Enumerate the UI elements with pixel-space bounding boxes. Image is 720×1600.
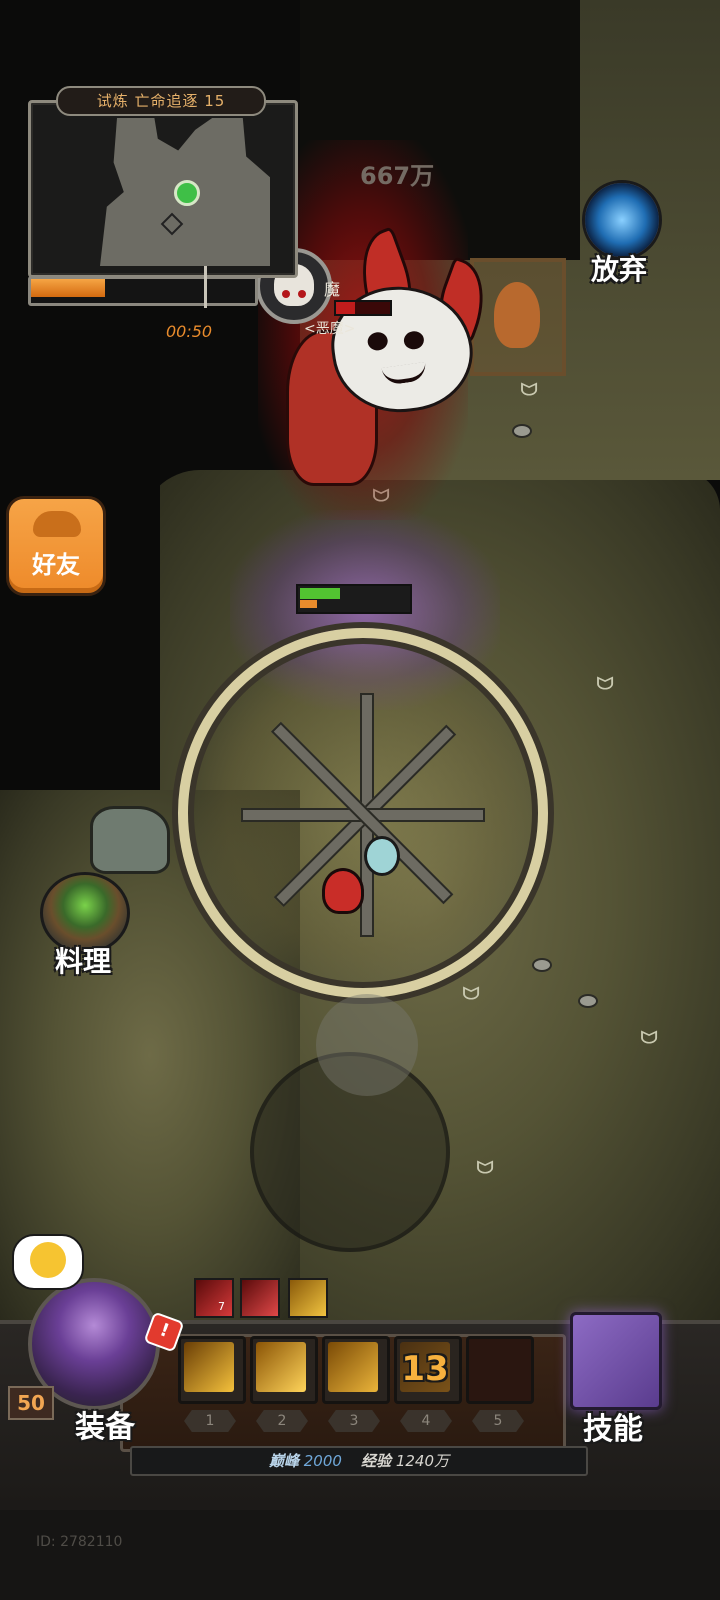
cloud-icon	[33, 511, 81, 537]
joystick-knob[interactable]	[316, 994, 418, 1096]
friends-label: 好友	[32, 551, 80, 579]
grass-tuft: ᗢ	[640, 1028, 659, 1049]
skill-slot-3[interactable]	[322, 1336, 390, 1404]
cooking-button[interactable]: 料理	[36, 872, 132, 984]
user-id: ID: 2782110	[36, 1534, 123, 1550]
player-hp-bar	[296, 584, 412, 614]
player-energy-fill	[300, 600, 317, 608]
abandon-label: 放弃	[590, 253, 647, 286]
spellbook-icon	[570, 1312, 662, 1410]
footer	[0, 1510, 720, 1600]
golden-slash-icon	[288, 1278, 328, 1318]
grass-tuft: ᗢ	[476, 1158, 495, 1179]
slot-number: 5	[472, 1410, 524, 1432]
stage-title: 试炼 亡命追逐 15	[56, 86, 266, 116]
skill-slot-4[interactable]: 13	[394, 1336, 462, 1404]
orb-companion	[364, 836, 400, 876]
peak-label: 巅峰	[268, 1452, 299, 1470]
golden-claw-icon	[328, 1342, 378, 1392]
easel-prop	[470, 258, 566, 376]
player-level-badge: 50	[8, 1386, 54, 1420]
buff-stack-count: 7	[218, 1300, 225, 1313]
skull-eye	[298, 290, 306, 298]
golden-wave-icon	[184, 1342, 234, 1392]
player-character	[322, 868, 364, 914]
skill-ring-effect	[178, 628, 548, 998]
minimap[interactable]: 试炼 亡命追逐 15	[28, 86, 298, 278]
peak-value: 2000	[303, 1452, 342, 1470]
progress-fill	[31, 279, 105, 297]
blood-blade-icon	[240, 1278, 280, 1318]
grass-tuft: ᗢ	[596, 674, 615, 695]
emote-bubble[interactable]	[12, 1234, 84, 1290]
boss-hp-bar	[334, 300, 392, 316]
grass-tuft: ᗢ	[520, 380, 539, 401]
friends-button[interactable]: 好友	[6, 496, 106, 596]
blood-slash-icon	[194, 1278, 234, 1318]
stage-timer: 00:50	[166, 322, 213, 341]
player-hp-fill	[300, 588, 340, 599]
skill-slot-2[interactable]	[250, 1336, 318, 1404]
rock	[532, 958, 552, 972]
exp-label: 经验	[361, 1452, 392, 1470]
experience-text: 巅峰 2000 经验 1240万	[132, 1448, 586, 1474]
exp-value: 1240万	[395, 1452, 450, 1470]
demon-eye	[366, 331, 389, 352]
slot-number: 1	[184, 1410, 236, 1432]
player-location-icon	[174, 180, 200, 206]
skills-label: 技能	[583, 1412, 643, 1447]
stone-stump	[90, 806, 170, 874]
cat-face-icon	[30, 1242, 66, 1278]
progress-marker	[204, 266, 207, 308]
experience-bar: 巅峰 2000 经验 1240万	[130, 1446, 588, 1476]
cooking-label: 料理	[54, 945, 111, 978]
demon-eye	[402, 329, 426, 351]
cooldown-counter: 13	[401, 1349, 449, 1389]
rock	[512, 424, 532, 438]
leaf-painting	[494, 282, 540, 348]
skill-slot-5-empty[interactable]	[466, 1336, 534, 1404]
skull-eye	[282, 290, 290, 298]
floating-damage-text: 667万	[360, 162, 435, 190]
abandon-button[interactable]: 放弃	[576, 180, 666, 286]
slot-number: 3	[328, 1410, 380, 1432]
skills-button[interactable]: 技能	[560, 1300, 672, 1448]
golden-slash-icon	[256, 1342, 306, 1392]
slot-number: 4	[400, 1410, 452, 1432]
boss-hp-fill	[336, 302, 355, 314]
stage-progress-bar	[18, 266, 258, 308]
rock	[578, 994, 598, 1008]
slot-number: 2	[256, 1410, 308, 1432]
demon-mouth	[381, 361, 428, 386]
grass-tuft: ᗢ	[462, 984, 481, 1005]
equipment-label: 装备	[75, 1410, 135, 1445]
boss-name: 魔	[324, 280, 341, 299]
boss-title: <恶魔>	[304, 321, 356, 337]
skill-slot-1[interactable]	[178, 1336, 246, 1404]
